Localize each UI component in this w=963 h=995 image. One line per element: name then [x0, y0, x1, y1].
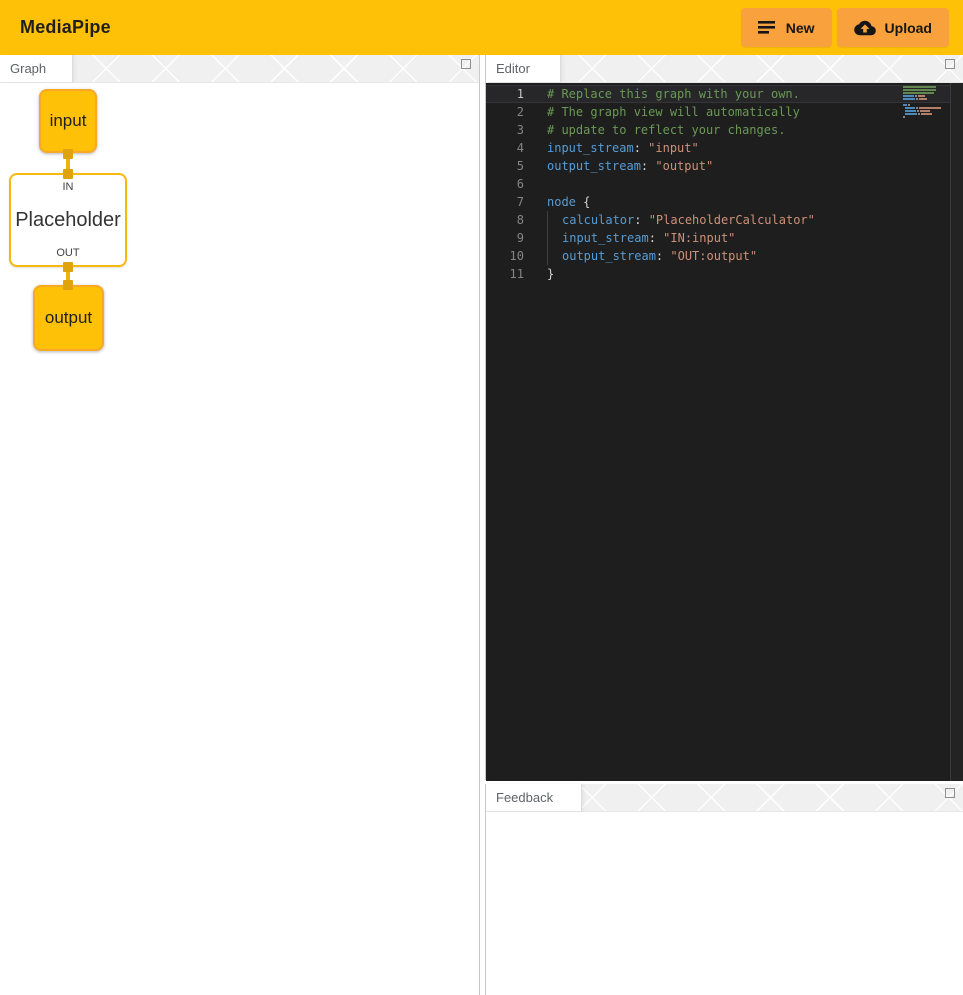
- tab-feedback[interactable]: Feedback: [486, 784, 582, 811]
- line-number: 7: [486, 193, 524, 211]
- code-line[interactable]: 4 input_stream: "input": [486, 139, 963, 157]
- line-number: 2: [486, 103, 524, 121]
- port-icon: [63, 169, 73, 179]
- line-number: 8: [486, 211, 524, 229]
- graph-node-input[interactable]: input: [39, 89, 97, 153]
- line-number: 4: [486, 139, 524, 157]
- code-line-text: input_stream: "IN:input": [547, 229, 735, 247]
- minimap-line: [903, 110, 949, 112]
- mediapipe-visualizer: MediaPipe New Upload: [0, 0, 963, 995]
- line-number: 11: [486, 265, 524, 283]
- feedback-tabstrip: Feedback: [486, 784, 963, 812]
- line-number: 10: [486, 247, 524, 265]
- line-number: 1: [486, 85, 524, 103]
- editor-scrollbar[interactable]: [950, 83, 963, 781]
- feedback-panel: Feedback: [485, 784, 963, 995]
- code-line[interactable]: 8 calculator: "PlaceholderCalculator": [486, 211, 963, 229]
- page-title: MediaPipe: [20, 17, 111, 38]
- code-line-text: node {: [547, 193, 590, 211]
- code-line-text: # update to reflect your changes.: [547, 121, 785, 139]
- graph-node-placeholder[interactable]: IN Placeholder OUT: [9, 173, 127, 267]
- minimap-line: [903, 107, 949, 109]
- code-lines: 1 # Replace this graph with your own. 2 # T…: [486, 83, 963, 283]
- editor-panel: Editor 1 # Replace this graph with your o…: [485, 55, 963, 780]
- code-line-text: output_stream: "output": [547, 157, 713, 175]
- minimap-line: [903, 98, 949, 100]
- new-button[interactable]: New: [741, 8, 832, 47]
- minimap-line: [903, 104, 949, 106]
- line-number: 6: [486, 175, 524, 193]
- code-line[interactable]: 10 output_stream: "OUT:output": [486, 247, 963, 265]
- graph-node-output[interactable]: output: [33, 285, 104, 351]
- graph-panel: Graph input IN Placeholder OUT output: [0, 55, 480, 995]
- placeholder-in-port-label: IN: [63, 181, 74, 193]
- line-number: 5: [486, 157, 524, 175]
- minimap-line: [903, 89, 949, 91]
- code-line[interactable]: 5 output_stream: "output": [486, 157, 963, 175]
- port-icon: [63, 280, 73, 290]
- header-buttons: New Upload: [741, 8, 949, 47]
- graph-node-input-label: input: [50, 111, 87, 131]
- minimap-line: [903, 95, 949, 97]
- placeholder-out-port-label: OUT: [56, 247, 79, 259]
- minimap-line: [903, 101, 949, 103]
- code-line[interactable]: 3 # update to reflect your changes.: [486, 121, 963, 139]
- graph-tabstrip: Graph: [0, 55, 479, 83]
- line-number: 3: [486, 121, 524, 139]
- minimap-line: [903, 116, 949, 118]
- port-icon: [63, 262, 73, 272]
- new-button-label: New: [786, 20, 815, 36]
- editor-tabstrip: Editor: [486, 55, 963, 83]
- minimap-line: [903, 86, 949, 88]
- cloud-upload-icon: [854, 19, 876, 37]
- code-line-text: # The graph view will automatically: [547, 103, 800, 121]
- graph-node-placeholder-label: Placeholder: [15, 209, 121, 232]
- code-line[interactable]: 6: [486, 175, 963, 193]
- graph-maximize-icon[interactable]: [461, 59, 471, 69]
- minimap-line: [903, 113, 949, 115]
- header: MediaPipe New Upload: [0, 0, 963, 55]
- code-editor[interactable]: 1 # Replace this graph with your own. 2 # T…: [486, 83, 963, 781]
- upload-button-label: Upload: [885, 20, 932, 36]
- editor-minimap[interactable]: [903, 86, 949, 119]
- graph-node-output-label: output: [45, 308, 92, 328]
- minimap-line: [903, 92, 949, 94]
- editor-maximize-icon[interactable]: [945, 59, 955, 69]
- line-number: 9: [486, 229, 524, 247]
- port-icon: [63, 149, 73, 159]
- code-line[interactable]: 9 input_stream: "IN:input": [486, 229, 963, 247]
- upload-button[interactable]: Upload: [837, 8, 949, 47]
- code-line[interactable]: 2 # The graph view will automatically: [486, 103, 963, 121]
- graph-canvas[interactable]: input IN Placeholder OUT output: [0, 83, 479, 995]
- code-line-text: calculator: "PlaceholderCalculator": [547, 211, 815, 229]
- code-line-text: # Replace this graph with your own.: [547, 85, 800, 103]
- code-line-text: output_stream: "OUT:output": [547, 247, 757, 265]
- code-line-text: input_stream: "input": [547, 139, 699, 157]
- feedback-content: [486, 812, 963, 995]
- tab-feedback-label: Feedback: [496, 790, 553, 805]
- tab-editor-label: Editor: [496, 61, 530, 76]
- code-line[interactable]: 1 # Replace this graph with your own.: [486, 85, 963, 103]
- feedback-maximize-icon[interactable]: [945, 788, 955, 798]
- subject-icon: [758, 20, 777, 36]
- tab-editor[interactable]: Editor: [486, 55, 561, 82]
- code-line[interactable]: 11}: [486, 265, 963, 283]
- code-line-text: }: [547, 265, 554, 283]
- code-line[interactable]: 7 node {: [486, 193, 963, 211]
- tab-graph[interactable]: Graph: [0, 55, 73, 82]
- tab-graph-label: Graph: [10, 61, 46, 76]
